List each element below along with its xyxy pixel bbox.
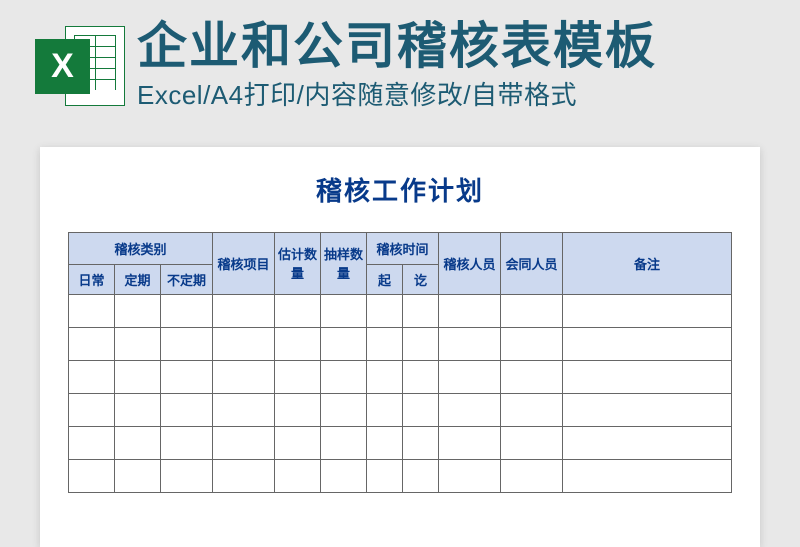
table-cell: [501, 327, 563, 360]
table-cell: [563, 459, 732, 492]
table-cell: [161, 459, 213, 492]
table-cell: [439, 327, 501, 360]
table-cell: [115, 426, 161, 459]
table-cell: [69, 393, 115, 426]
table-cell: [69, 327, 115, 360]
table-cell: [275, 426, 321, 459]
table-cell: [501, 360, 563, 393]
table-cell: [403, 294, 439, 327]
table-cell: [275, 360, 321, 393]
audit-plan-table: 稽核类别 稽核项目 估计数量 抽样数量 稽核时间 稽核人员 会同人员 备注 日常…: [68, 232, 732, 493]
table-cell: [501, 459, 563, 492]
table-cell: [439, 426, 501, 459]
table-cell: [367, 294, 403, 327]
template-header: X 企业和公司稽核表模板 Excel/A4打印/内容随意修改/自带格式: [0, 0, 800, 132]
table-cell: [213, 393, 275, 426]
table-cell: [69, 459, 115, 492]
table-cell: [321, 360, 367, 393]
document-title: 稽核工作计划: [68, 171, 732, 208]
col-auditor: 稽核人员: [439, 232, 501, 294]
table-cell: [563, 294, 732, 327]
table-cell: [161, 294, 213, 327]
table-cell: [161, 393, 213, 426]
col-remarks: 备注: [563, 232, 732, 294]
excel-icon: X: [35, 21, 125, 111]
table-cell: [563, 393, 732, 426]
table-cell: [367, 360, 403, 393]
table-cell: [115, 360, 161, 393]
table-cell: [367, 426, 403, 459]
col-category-periodic: 定期: [115, 264, 161, 294]
table-cell: [213, 426, 275, 459]
table-cell: [563, 327, 732, 360]
table-cell: [321, 459, 367, 492]
table-cell: [161, 426, 213, 459]
subtitle: Excel/A4打印/内容随意修改/自带格式: [137, 75, 657, 112]
col-time-from: 起: [367, 264, 403, 294]
table-cell: [403, 459, 439, 492]
table-cell: [161, 360, 213, 393]
col-time-to: 讫: [403, 264, 439, 294]
table-cell: [275, 393, 321, 426]
excel-icon-letter: X: [35, 39, 90, 94]
table-cell: [501, 426, 563, 459]
table-cell: [321, 294, 367, 327]
table-row: [69, 393, 732, 426]
table-cell: [439, 360, 501, 393]
table-cell: [439, 393, 501, 426]
table-cell: [367, 393, 403, 426]
table-cell: [213, 327, 275, 360]
table-row: [69, 360, 732, 393]
col-estimate-qty: 估计数量: [275, 232, 321, 294]
table-cell: [213, 294, 275, 327]
table-cell: [501, 294, 563, 327]
table-cell: [367, 327, 403, 360]
table-cell: [563, 426, 732, 459]
table-cell: [403, 426, 439, 459]
table-cell: [275, 327, 321, 360]
table-header: 稽核类别 稽核项目 估计数量 抽样数量 稽核时间 稽核人员 会同人员 备注 日常…: [69, 232, 732, 294]
table-cell: [439, 459, 501, 492]
table-cell: [161, 327, 213, 360]
main-title: 企业和公司稽核表模板: [137, 20, 657, 73]
document-preview: 稽核工作计划 稽核类别 稽核项目 估计数量 抽样数量 稽核时间 稽核人员 会同人…: [40, 147, 760, 547]
table-cell: [563, 360, 732, 393]
table-cell: [501, 393, 563, 426]
col-sample-qty: 抽样数量: [321, 232, 367, 294]
table-cell: [403, 393, 439, 426]
table-cell: [321, 327, 367, 360]
table-cell: [69, 360, 115, 393]
table-cell: [439, 294, 501, 327]
col-project: 稽核项目: [213, 232, 275, 294]
table-cell: [115, 393, 161, 426]
table-cell: [321, 426, 367, 459]
col-category-nonperiodic: 不定期: [161, 264, 213, 294]
table-row: [69, 426, 732, 459]
table-cell: [115, 327, 161, 360]
table-cell: [115, 459, 161, 492]
table-body: [69, 294, 732, 492]
table-row: [69, 327, 732, 360]
table-row: [69, 459, 732, 492]
table-cell: [69, 426, 115, 459]
table-row: [69, 294, 732, 327]
table-cell: [367, 459, 403, 492]
table-cell: [69, 294, 115, 327]
table-cell: [115, 294, 161, 327]
col-category-daily: 日常: [69, 264, 115, 294]
title-block: 企业和公司稽核表模板 Excel/A4打印/内容随意修改/自带格式: [137, 20, 657, 112]
table-cell: [275, 459, 321, 492]
table-cell: [403, 360, 439, 393]
col-category-group: 稽核类别: [69, 232, 213, 264]
table-cell: [321, 393, 367, 426]
col-time-group: 稽核时间: [367, 232, 439, 264]
table-cell: [403, 327, 439, 360]
table-cell: [213, 459, 275, 492]
col-co-auditor: 会同人员: [501, 232, 563, 294]
table-cell: [213, 360, 275, 393]
table-cell: [275, 294, 321, 327]
